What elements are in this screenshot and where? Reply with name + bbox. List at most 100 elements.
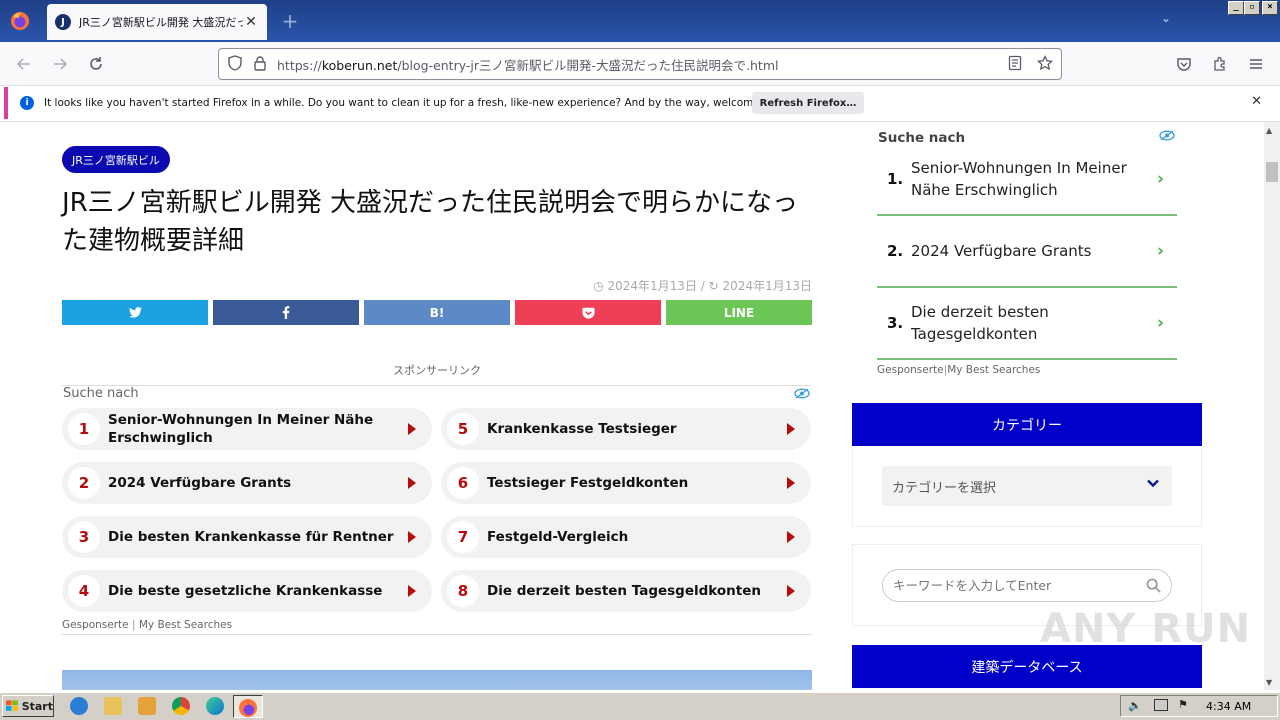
sidebar-ad-label: 2024 Verfügbare Grants bbox=[911, 242, 1092, 260]
ad-link-1[interactable]: 1 Senior-Wohnungen In Meiner Nähe Erschw… bbox=[62, 408, 432, 450]
file-explorer-icon[interactable] bbox=[104, 697, 122, 715]
window-minimize-button[interactable]: _ bbox=[1228, 1, 1244, 15]
tab-active[interactable]: J JR三ノ宮新駅ビル開発 大盛況だった住民説明会 ✕ bbox=[47, 4, 267, 40]
chevron-right-icon: › bbox=[1157, 313, 1165, 333]
scroll-down-icon[interactable]: ▼ bbox=[1266, 678, 1272, 687]
reader-view-icon[interactable] bbox=[1007, 55, 1023, 74]
category-badge[interactable]: JR三ノ宮新駅ビル bbox=[62, 146, 170, 173]
firefox-icon[interactable] bbox=[239, 699, 257, 717]
chevron-right-icon: › bbox=[1157, 241, 1165, 261]
scroll-thumb[interactable] bbox=[1266, 162, 1278, 182]
refresh-icon: ↻ bbox=[708, 279, 719, 293]
share-hatena-button[interactable]: B! bbox=[364, 300, 510, 325]
url-path: /blog-entry-jr三ノ宮新駅ビル開発-大盛況だった住民説明会で.htm… bbox=[397, 57, 779, 73]
ad-choices-eye-icon[interactable] bbox=[1159, 130, 1175, 144]
facebook-icon bbox=[282, 306, 290, 319]
share-facebook-button[interactable] bbox=[213, 300, 359, 325]
url-bar[interactable]: https://koberun.net/blog-entry-jr三ノ宮新駅ビル… bbox=[218, 48, 1062, 80]
url-text[interactable]: https://koberun.net/blog-entry-jr三ノ宮新駅ビル… bbox=[277, 55, 1007, 74]
reload-icon[interactable] bbox=[84, 52, 108, 76]
edge-icon[interactable] bbox=[206, 697, 224, 715]
ad-search-label: Suche nach bbox=[63, 386, 139, 401]
sidebar-ad-label: Die derzeit besten Tagesgeldkonten bbox=[911, 303, 1049, 343]
search-icon[interactable] bbox=[1146, 578, 1161, 596]
share-pocket-button[interactable] bbox=[515, 300, 661, 325]
network-icon[interactable] bbox=[1154, 699, 1168, 711]
list-all-tabs-icon[interactable]: ⌄ bbox=[1156, 11, 1176, 31]
ad-label: Testsieger Festgeldkonten bbox=[487, 475, 689, 491]
tracking-protection-shield-icon[interactable] bbox=[227, 54, 243, 74]
pocket-toolbar-icon[interactable] bbox=[1172, 52, 1196, 76]
ad-link-7[interactable]: 7 Festgeld-Vergleich bbox=[441, 516, 811, 558]
window-restore-button[interactable]: ▫ bbox=[1244, 1, 1260, 15]
category-select[interactable]: カテゴリーを選択 bbox=[882, 466, 1172, 506]
ad-link-2[interactable]: 2 2024 Verfügbare Grants bbox=[62, 462, 432, 504]
arrow-right-icon bbox=[408, 423, 416, 435]
arrow-right-icon bbox=[787, 477, 795, 489]
volume-icon[interactable]: 🔈 bbox=[1128, 699, 1142, 712]
sidebar-ad-number: 1. bbox=[887, 170, 904, 188]
scroll-up-icon[interactable]: ▲ bbox=[1266, 126, 1272, 135]
windows-logo-icon bbox=[6, 700, 18, 711]
divider bbox=[62, 385, 812, 386]
ad-link-6[interactable]: 6 Testsieger Festgeldkonten bbox=[441, 462, 811, 504]
chrome-icon[interactable] bbox=[172, 697, 190, 715]
start-label: Start bbox=[21, 699, 53, 713]
ad-choices-eye-icon[interactable] bbox=[794, 388, 810, 402]
share-line-button[interactable]: LINE bbox=[666, 300, 812, 325]
sidebar-ad-label: Senior-Wohnungen In Meiner Nähe Erschwin… bbox=[911, 159, 1127, 199]
category-select-value: カテゴリーを選択 bbox=[892, 480, 997, 496]
tab-title: JR三ノ宮新駅ビル開発 大盛況だった住民説明会 bbox=[79, 16, 243, 29]
arrow-right-icon bbox=[787, 531, 795, 543]
share-twitter-button[interactable] bbox=[62, 300, 208, 325]
taskbar-clock: 4:34 AM bbox=[1206, 700, 1252, 713]
ad-link-8[interactable]: 8 Die derzeit besten Tagesgeldkonten bbox=[441, 570, 811, 612]
app-menu-hamburger-icon[interactable] bbox=[1244, 52, 1268, 76]
flag-icon[interactable]: ⚑ bbox=[1178, 698, 1188, 711]
ad-number: 1 bbox=[68, 413, 100, 445]
ad-number: 7 bbox=[447, 521, 479, 553]
sidebar-ad-link-1[interactable]: 1. Senior-Wohnungen In Meiner Nähe Ersch… bbox=[877, 144, 1177, 216]
ad-label: Senior-Wohnungen In Meiner Nähe Erschwin… bbox=[108, 412, 374, 446]
keyword-search-input[interactable] bbox=[882, 569, 1172, 602]
ad-number: 5 bbox=[447, 413, 479, 445]
site-favicon-icon: J bbox=[55, 14, 71, 30]
extensions-icon[interactable] bbox=[1208, 52, 1232, 76]
article-title: JR三ノ宮新駅ビル開発 大盛況だった住民説明会で明らかになった建物概要詳細 bbox=[62, 188, 798, 256]
internet-explorer-icon[interactable] bbox=[70, 697, 88, 715]
category-heading: カテゴリー bbox=[852, 403, 1202, 446]
ad-footer-provider[interactable]: My Best Searches bbox=[139, 619, 232, 631]
updated-date: 2024年1月13日 bbox=[722, 279, 812, 293]
sidebar-ad-link-3[interactable]: 3. Die derzeit besten Tagesgeldkonten › bbox=[877, 288, 1177, 360]
sidebar-ad-number: 3. bbox=[887, 314, 904, 332]
ad-link-3[interactable]: 3 Die besten Krankenkasse für Rentner bbox=[62, 516, 432, 558]
notification-close-icon[interactable]: ✕ bbox=[1251, 94, 1262, 109]
ad-link-5[interactable]: 5 Krankenkasse Testsieger bbox=[441, 408, 811, 450]
system-tray bbox=[1120, 695, 1278, 717]
sidebar-ad-footer-provider[interactable]: My Best Searches bbox=[947, 364, 1040, 376]
ad-number: 3 bbox=[68, 521, 100, 553]
article-dates: ◷ 2024年1月13日 / ↻ 2024年1月13日 bbox=[568, 277, 812, 294]
media-player-icon[interactable] bbox=[138, 697, 156, 715]
forward-icon[interactable] bbox=[48, 52, 72, 76]
start-button[interactable]: Start bbox=[2, 695, 54, 717]
arrow-right-icon bbox=[408, 477, 416, 489]
url-scheme: https:// bbox=[277, 57, 322, 73]
firefox-logo-icon[interactable] bbox=[8, 9, 32, 33]
new-tab-icon[interactable]: + bbox=[278, 9, 302, 33]
lock-icon[interactable] bbox=[253, 55, 267, 74]
page-scrollbar[interactable] bbox=[1264, 122, 1280, 690]
bookmark-star-icon[interactable] bbox=[1036, 54, 1054, 74]
tab-close-icon[interactable]: ✕ bbox=[243, 14, 259, 30]
sidebar-ad-link-2[interactable]: 2. 2024 Verfügbare Grants › bbox=[877, 216, 1177, 288]
sidebar-ad-number: 2. bbox=[887, 242, 904, 260]
back-icon[interactable] bbox=[12, 52, 36, 76]
refresh-firefox-button[interactable]: Refresh Firefox… bbox=[752, 92, 864, 114]
window-close-button[interactable]: × bbox=[1262, 1, 1278, 15]
arrow-right-icon bbox=[787, 423, 795, 435]
anyrun-watermark: ANY RUN bbox=[1040, 606, 1252, 652]
arrow-right-icon bbox=[408, 531, 416, 543]
ad-link-4[interactable]: 4 Die beste gesetzliche Krankenkasse bbox=[62, 570, 432, 612]
ad-number: 6 bbox=[447, 467, 479, 499]
ad-number: 2 bbox=[68, 467, 100, 499]
